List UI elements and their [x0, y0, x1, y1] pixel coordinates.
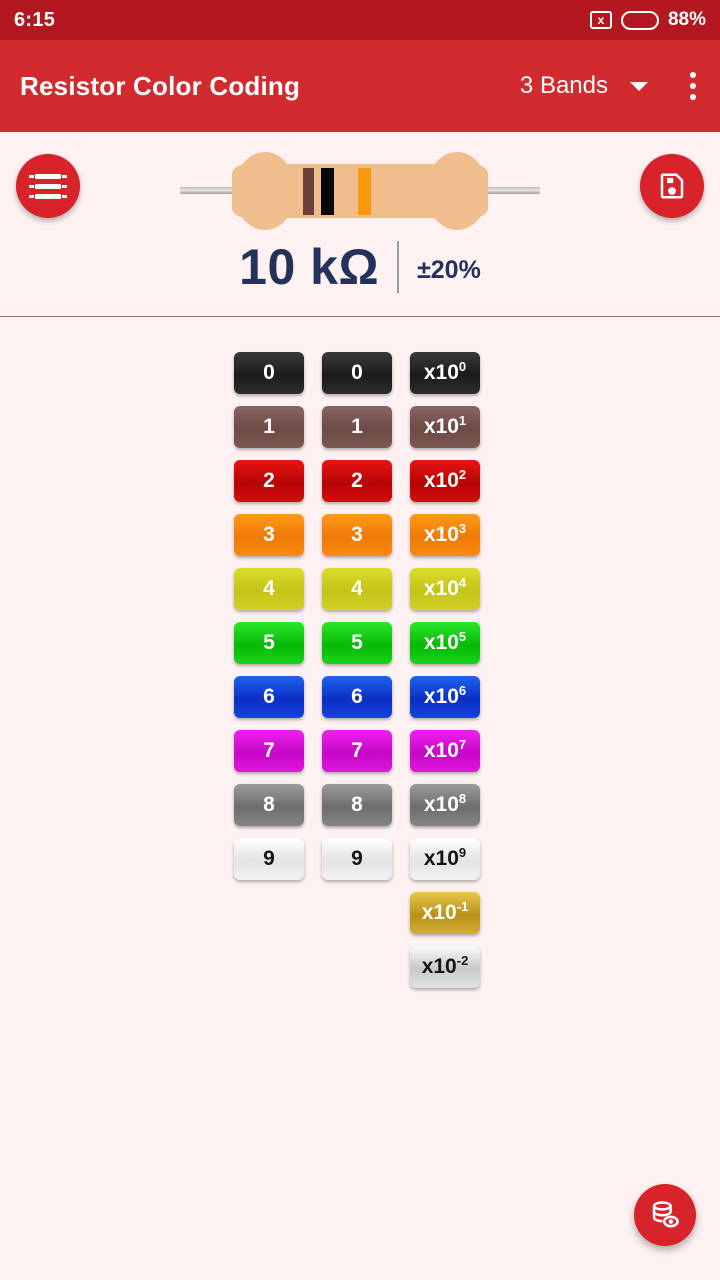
- app-bar: Resistor Color Coding 3 Bands: [0, 40, 720, 132]
- digit-button-black-0[interactable]: 0: [234, 352, 304, 394]
- dot-icon: [690, 72, 696, 78]
- multiplier-exponent: 0: [458, 359, 467, 374]
- multiplier-label: x10-2: [421, 953, 469, 978]
- multiplier-button-gold[interactable]: x10-1: [410, 892, 480, 934]
- resistance-value: 10 kΩ: [239, 239, 380, 295]
- digit-button-yellow-1[interactable]: 4: [322, 568, 392, 610]
- multiplier-label: x108: [423, 791, 467, 816]
- multiplier-exponent: 3: [458, 521, 467, 536]
- multiplier-button-black[interactable]: x100: [410, 352, 480, 394]
- chevron-down-icon: [630, 81, 648, 91]
- multiplier-button-silver[interactable]: x10-2: [410, 946, 480, 988]
- app-screen: 6:15 x 88% Resistor Color Coding 3 Bands: [0, 0, 720, 1280]
- status-time: 6:15: [14, 8, 56, 31]
- digit-button-red-1[interactable]: 2: [322, 460, 392, 502]
- band-count-dropdown[interactable]: 3 Bands: [520, 72, 648, 100]
- database-view-icon: [652, 1201, 679, 1228]
- digit-button-blue-0[interactable]: 6: [234, 676, 304, 718]
- multiplier-label: x109: [423, 845, 467, 870]
- digit-button-green-0[interactable]: 5: [234, 622, 304, 664]
- digit-button-green-1[interactable]: 5: [322, 622, 392, 664]
- multiplier-button-white[interactable]: x109: [410, 838, 480, 880]
- battery-icon: [620, 10, 659, 30]
- digit-button-violet-0[interactable]: 7: [234, 730, 304, 772]
- view-saved-resistors-button[interactable]: [634, 1184, 696, 1246]
- multiplier-label: x101: [423, 413, 467, 438]
- resistance-readout: 10 kΩ ±20%: [0, 236, 720, 298]
- overflow-menu-button[interactable]: [686, 68, 700, 104]
- multiplier-button-grey[interactable]: x108: [410, 784, 480, 826]
- multiplier-exponent: 9: [458, 845, 467, 860]
- digit-button-blue-1[interactable]: 6: [322, 676, 392, 718]
- digit-button-brown-1[interactable]: 1: [322, 406, 392, 448]
- page-title: Resistor Color Coding: [20, 70, 301, 101]
- tolerance-value: ±20%: [417, 255, 481, 284]
- multiplier-button-red[interactable]: x102: [410, 460, 480, 502]
- multiplier-label: x107: [423, 737, 467, 762]
- close-icon: x: [589, 11, 612, 29]
- multiplier-exponent: -1: [456, 899, 469, 914]
- status-indicators: x 88%: [589, 9, 706, 31]
- digit-button-yellow-0[interactable]: 4: [234, 568, 304, 610]
- multiplier-exponent: 5: [458, 629, 467, 644]
- status-bar: 6:15 x 88%: [0, 0, 720, 40]
- multiplier-label: x102: [423, 467, 467, 492]
- multiplier-exponent: 1: [458, 413, 467, 428]
- multiplier-exponent: 7: [458, 737, 467, 752]
- digit-button-orange-1[interactable]: 3: [322, 514, 392, 556]
- digit-button-red-0[interactable]: 2: [234, 460, 304, 502]
- digit-button-white-1[interactable]: 9: [322, 838, 392, 880]
- multiplier-exponent: 8: [458, 791, 467, 806]
- battery-percent: 88%: [667, 9, 706, 30]
- multiplier-label: x10-1: [421, 899, 469, 924]
- multiplier-exponent: 2: [458, 467, 467, 482]
- resistor-band-3: [358, 168, 371, 215]
- band-count-label: 3 Bands: [519, 72, 608, 99]
- multiplier-button-blue[interactable]: x106: [410, 676, 480, 718]
- multiplier-button-yellow[interactable]: x104: [410, 568, 480, 610]
- digit-button-brown-0[interactable]: 1: [234, 406, 304, 448]
- multiplier-button-violet[interactable]: x107: [410, 730, 480, 772]
- digit-button-orange-0[interactable]: 3: [234, 514, 304, 556]
- multiplier-button-brown[interactable]: x101: [410, 406, 480, 448]
- resistor-preview-panel: 10 kΩ ±20%: [0, 132, 720, 317]
- digit-button-violet-1[interactable]: 7: [322, 730, 392, 772]
- multiplier-exponent: 4: [458, 575, 467, 590]
- dot-icon: [690, 83, 696, 89]
- multiplier-button-orange[interactable]: x103: [410, 514, 480, 556]
- digit-button-grey-0[interactable]: 8: [234, 784, 304, 826]
- digit-button-black-1[interactable]: 0: [322, 352, 392, 394]
- multiplier-label: x105: [423, 629, 467, 654]
- multiplier-exponent: 6: [458, 683, 467, 698]
- multiplier-exponent: -2: [456, 953, 469, 968]
- resistor-graphic: [0, 144, 720, 236]
- multiplier-label: x104: [423, 575, 467, 600]
- multiplier-label: x103: [423, 521, 467, 546]
- resistor-band-1: [303, 168, 314, 215]
- resistor-band-2: [321, 168, 334, 215]
- multiplier-label: x106: [423, 683, 467, 708]
- dot-icon: [690, 94, 696, 100]
- digit-button-grey-1[interactable]: 8: [322, 784, 392, 826]
- multiplier-label: x100: [423, 359, 467, 384]
- digit-button-white-0[interactable]: 9: [234, 838, 304, 880]
- multiplier-button-green[interactable]: x105: [410, 622, 480, 664]
